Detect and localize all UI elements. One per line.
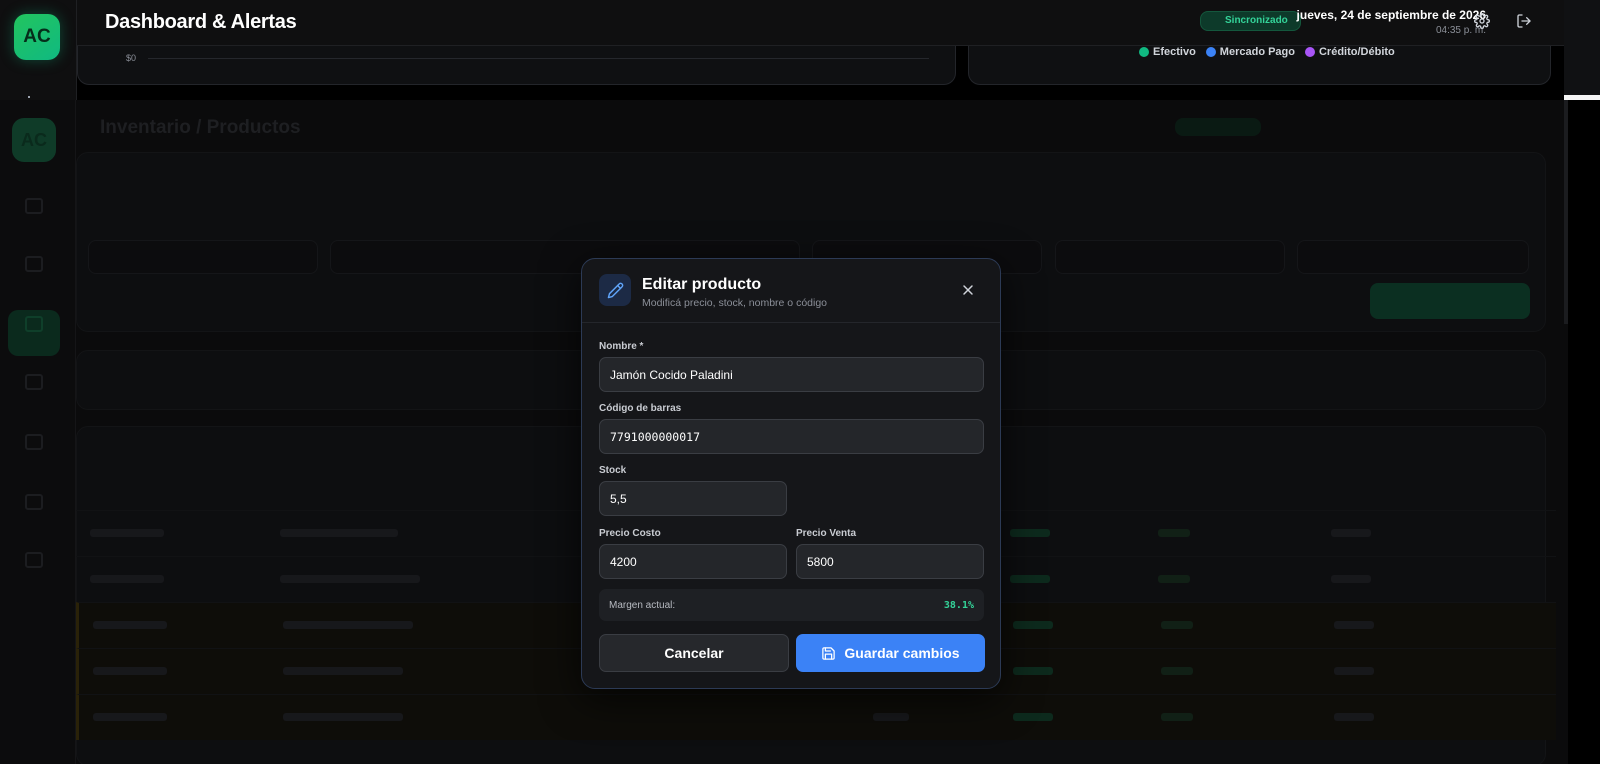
nav-icon	[25, 552, 43, 568]
bg-cell	[1334, 713, 1374, 721]
background-nav-item	[8, 192, 60, 238]
modal-title: Editar producto	[642, 276, 762, 293]
payment-methods-card: Efectivo Mercado Pago Crédito/Débito	[968, 46, 1551, 85]
bg-cell	[1158, 575, 1190, 583]
background-page-title: Inventario / Productos	[100, 117, 301, 138]
bg-cell	[283, 667, 403, 675]
background-field	[88, 240, 318, 274]
nav-icon	[25, 198, 43, 214]
bg-cell	[280, 575, 420, 583]
bg-cell	[90, 529, 164, 537]
nav-icon	[25, 494, 43, 510]
bg-cell	[1331, 575, 1371, 583]
sync-status-badge: Sincronizado	[1200, 11, 1301, 31]
background-nav-item-active	[8, 310, 60, 356]
background-add-button	[1370, 283, 1530, 319]
legend-item-card: Crédito/Débito	[1304, 46, 1395, 58]
bg-cell	[93, 713, 167, 721]
margin-summary: Margen actual: 38.1%	[599, 589, 984, 621]
save-changes-button[interactable]: Guardar cambios	[796, 634, 985, 672]
name-input[interactable]: Jamón Cocido Paladini	[599, 357, 984, 392]
background-field	[1297, 240, 1529, 274]
nav-icon	[25, 256, 43, 272]
background-nav-item	[8, 546, 60, 592]
sales-chart-card: $0	[77, 46, 956, 85]
save-icon	[822, 646, 836, 660]
legend-dot	[1139, 47, 1149, 57]
background-nav-item	[8, 368, 60, 414]
chart-gridline	[148, 58, 929, 59]
bg-cell	[1161, 713, 1193, 721]
bg-cell	[1161, 621, 1193, 629]
cancel-button-label: Cancelar	[664, 645, 724, 661]
divider	[28, 96, 30, 98]
settings-icon[interactable]	[1474, 13, 1490, 29]
sale-price-input[interactable]: 5800	[796, 544, 984, 579]
bg-cell	[283, 621, 413, 629]
background-sidebar: AC	[0, 100, 76, 764]
bg-cell	[1161, 667, 1193, 675]
stock-input[interactable]: 5,5	[599, 481, 787, 516]
cost-price-input[interactable]: 4200	[599, 544, 787, 579]
bg-cell	[1334, 667, 1374, 675]
bg-cell	[1158, 529, 1190, 537]
legend-label: Crédito/Débito	[1318, 46, 1395, 58]
background-sync-badge	[1175, 118, 1261, 136]
bg-cell	[280, 529, 398, 537]
legend-item-cash: Efectivo	[1139, 46, 1196, 58]
bg-cell	[283, 713, 403, 721]
bg-cell	[1010, 575, 1050, 583]
bg-cell	[93, 667, 167, 675]
legend-label: Efectivo	[1153, 46, 1196, 58]
modal-subtitle: Modificá precio, stock, nombre o código	[642, 297, 828, 309]
save-button-label: Guardar cambios	[844, 645, 960, 661]
chart-y-tick: $0	[126, 53, 137, 63]
page-title: Dashboard & Alertas	[105, 11, 297, 33]
sale-price-label: Precio Venta	[796, 528, 857, 539]
background-scrollbar	[1564, 100, 1568, 324]
bg-cell	[1013, 667, 1053, 675]
legend-label: Mercado Pago	[1219, 46, 1295, 58]
background-nav-item	[8, 250, 60, 296]
edit-product-modal: Editar producto Modificá precio, stock, …	[581, 258, 1001, 689]
cancel-button[interactable]: Cancelar	[599, 634, 789, 672]
name-label: Nombre *	[599, 341, 644, 352]
chart-legend: Efectivo Mercado Pago Crédito/Débito	[1139, 46, 1395, 58]
barcode-input[interactable]: 7791000000017	[599, 419, 984, 454]
background-nav-item	[8, 488, 60, 534]
stock-label: Stock	[599, 465, 627, 476]
barcode-label: Código de barras	[599, 403, 682, 414]
nav-icon	[25, 434, 43, 450]
pencil-icon	[599, 274, 631, 306]
bg-cell	[1013, 621, 1053, 629]
scrollbar-track	[1564, 0, 1600, 95]
header: Dashboard & Alertas Sincronizado jueves,…	[77, 0, 1600, 46]
background-nav-item	[8, 428, 60, 474]
modal-header: Editar producto Modificá precio, stock, …	[582, 259, 1000, 323]
legend-dot	[1205, 47, 1216, 57]
bg-cell	[90, 575, 164, 583]
header-date: jueves, 24 de septiembre de 2026	[1296, 8, 1486, 22]
margin-label: Margen actual:	[609, 600, 676, 611]
bg-cell	[1334, 621, 1374, 629]
bg-cell	[1010, 529, 1050, 537]
sidebar: AC	[0, 0, 77, 100]
legend-dot	[1304, 47, 1315, 57]
nav-icon	[25, 316, 43, 332]
app-logo[interactable]: AC	[14, 14, 60, 60]
bg-cell	[93, 621, 167, 629]
close-icon[interactable]	[960, 282, 976, 298]
cost-price-label: Precio Costo	[599, 528, 661, 539]
logout-icon[interactable]	[1516, 13, 1532, 29]
bg-cell	[1331, 529, 1371, 537]
background-table-row	[76, 694, 1556, 740]
nav-icon	[25, 374, 43, 390]
margin-value: 38.1%	[943, 600, 974, 611]
background-logo: AC	[12, 118, 56, 162]
background-field	[1055, 240, 1285, 274]
bg-cell	[1013, 713, 1053, 721]
legend-item-mercado-pago: Mercado Pago	[1205, 46, 1295, 58]
bg-cell	[873, 713, 909, 721]
